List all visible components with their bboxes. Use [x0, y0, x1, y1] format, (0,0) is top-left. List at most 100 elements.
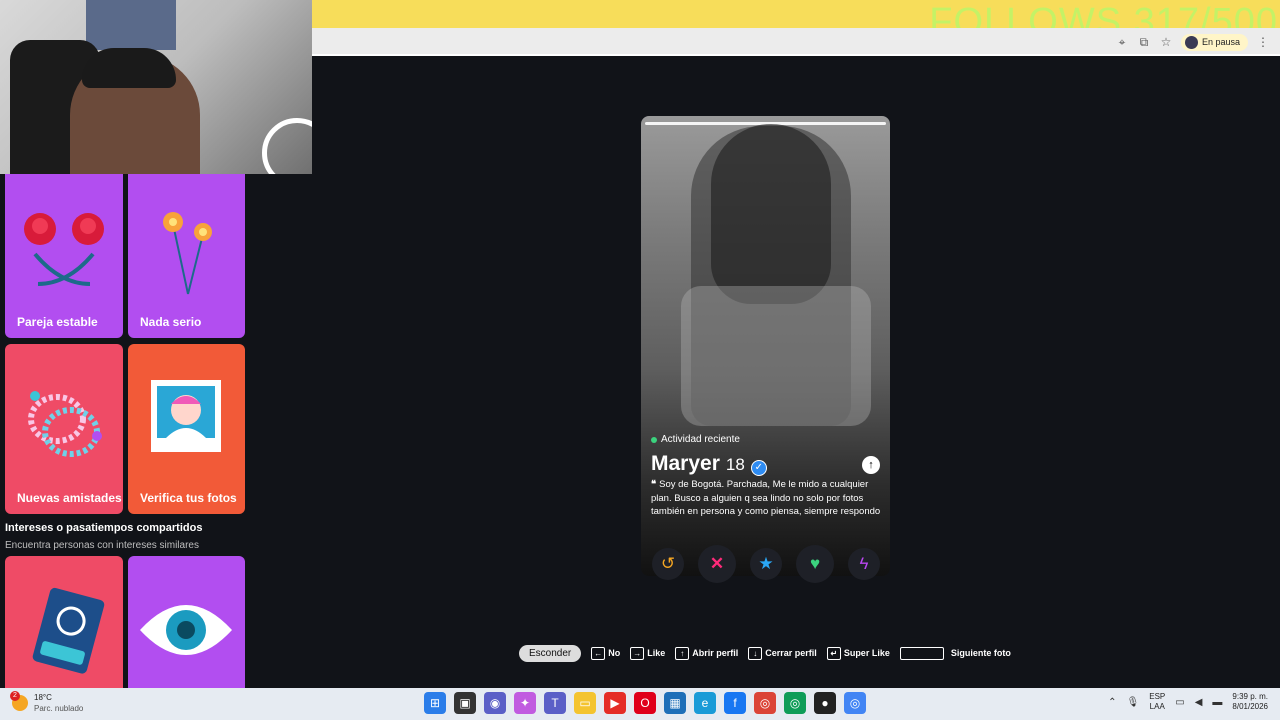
shortcut-label: Siguiente foto — [950, 648, 1011, 658]
shortcut-no: ← No — [591, 646, 621, 660]
windows-start-icon[interactable]: ⊞ — [424, 692, 446, 714]
passport-icon — [32, 587, 105, 674]
quote-icon: ❝ — [651, 479, 657, 490]
facebook-icon[interactable]: f — [724, 692, 746, 714]
shortcut-like: → Like — [630, 646, 666, 660]
tile-label: Nada serio — [140, 315, 202, 329]
volume-icon[interactable]: ◀ — [1195, 697, 1203, 708]
opera-icon[interactable]: O — [634, 692, 656, 714]
nope-button[interactable]: ✕ — [698, 545, 736, 583]
explore-sidebar: Pareja estable Nada serio Nuevas amistad… — [0, 174, 250, 688]
microphone-icon[interactable]: 🎙 — [1127, 697, 1140, 708]
taskbar-apps: ⊞ ▣ ◉ ✦ T ▭ ▶ O ▦ e f ◎ ◎ ● ◎ — [424, 692, 866, 714]
arrow-up-key-icon: ↑ — [675, 646, 690, 660]
lang-code: ESP — [1149, 692, 1166, 701]
webcam-background-shelf — [86, 0, 176, 50]
profile-status: En pausa — [1201, 37, 1240, 47]
lightning-icon: ϟ — [859, 554, 869, 573]
hide-shortcuts-button[interactable]: Esconder — [519, 644, 582, 662]
shared-interests-title: Intereses o pasatiempos compartidos — [5, 522, 203, 534]
tile-label: Verifica tus fotos — [140, 491, 237, 505]
weather-widget[interactable]: 2 18°C Parc. nublado — [10, 691, 83, 714]
like-button[interactable]: ♥ — [796, 545, 834, 583]
profile-age: 18 — [725, 455, 745, 474]
super-like-button[interactable]: ★ — [750, 548, 782, 580]
profile-card[interactable]: Actividad reciente Maryer 18 ✓ ↑ ❝ Soy de… — [641, 116, 890, 576]
bracelets-icon — [28, 391, 102, 457]
shortcut-label: Abrir perfil — [692, 648, 739, 658]
tile-passport[interactable] — [5, 556, 123, 688]
chevron-up-icon[interactable]: ⌃ — [1108, 697, 1116, 708]
chrome-icon[interactable]: ◎ — [754, 692, 776, 714]
profile-photo-dress — [681, 286, 871, 426]
arrow-left-key-icon: ← — [591, 646, 606, 660]
boost-button[interactable]: ϟ — [848, 548, 880, 580]
tile-nada-serio[interactable]: Nada serio — [128, 174, 245, 338]
tile-nuevas-amistades[interactable]: Nuevas amistades — [5, 344, 123, 514]
open-profile-button[interactable]: ↑ — [862, 456, 880, 474]
teams-icon[interactable]: T — [544, 692, 566, 714]
menu-icon[interactable]: ⋮ — [1256, 35, 1270, 49]
language-indicator[interactable]: ESP LAA — [1149, 692, 1165, 712]
weather-text: 18°C Parc. nublado — [34, 692, 83, 714]
weather-description: Parc. nublado — [34, 704, 84, 713]
shortcut-label: Like — [647, 648, 666, 658]
star-icon[interactable]: ☆ — [1159, 35, 1173, 49]
space-key-icon — [899, 646, 944, 660]
profile-bio: ❝ Soy de Bogotá. Parchada, Me le mido a c… — [651, 478, 883, 519]
youtube-icon[interactable]: ▶ — [604, 692, 626, 714]
active-dot-icon — [651, 436, 657, 443]
verified-badge-icon: ✓ — [750, 459, 767, 476]
heart-icon: ♥ — [809, 554, 821, 573]
close-icon: ✕ — [709, 554, 725, 573]
roses-icon — [24, 213, 104, 286]
tile-label: Pareja estable — [17, 315, 98, 329]
activity-status: Actividad reciente — [651, 434, 740, 445]
tile-label: Nuevas amistades — [17, 491, 122, 505]
weather-icon: 2 — [10, 691, 28, 711]
activity-label: Actividad reciente — [661, 434, 740, 445]
chat-icon[interactable]: ◉ — [484, 692, 506, 714]
rewind-button[interactable]: ↺ — [652, 548, 684, 580]
install-icon[interactable]: ⧉ — [1137, 35, 1151, 50]
battery-icon[interactable]: ▬ — [1212, 697, 1222, 708]
arrow-right-key-icon: → — [630, 646, 645, 660]
address-bar-icons: ⌖ ⧉ ☆ En pausa ⋮ — [1115, 32, 1270, 52]
chrome-active-icon[interactable]: ◎ — [844, 692, 866, 714]
shared-interests-subtitle: Encuentra personas con intereses similar… — [5, 540, 199, 551]
tile-verifica-fotos[interactable]: Verifica tus fotos — [128, 344, 245, 514]
edge-icon[interactable]: e — [694, 692, 716, 714]
tile-pareja-estable[interactable]: Pareja estable — [5, 174, 123, 338]
shortcut-next-photo: Siguiente foto — [899, 646, 1011, 660]
clock-date: 8/01/2026 — [1232, 702, 1268, 711]
notification-badge: 2 — [10, 691, 20, 701]
portrait-icon — [151, 380, 221, 452]
profile-name-line: Maryer 18 ✓ — [651, 452, 767, 476]
network-icon[interactable]: ▭ — [1175, 697, 1184, 708]
copilot-icon[interactable]: ✦ — [514, 692, 536, 714]
shortcut-label: No — [608, 648, 621, 658]
chrome-profile-icon[interactable]: ◎ — [784, 692, 806, 714]
profile-button[interactable]: En pausa — [1180, 33, 1248, 51]
star-icon: ★ — [758, 554, 774, 573]
webcam-cap — [82, 48, 176, 88]
arrow-down-key-icon: ↓ — [748, 646, 763, 660]
store-icon[interactable]: ▦ — [664, 692, 686, 714]
webcam-overlay — [0, 0, 312, 174]
profile-name: Maryer — [651, 452, 720, 475]
sparklers-icon — [163, 212, 212, 295]
profile-photo-hair — [711, 124, 831, 304]
clock[interactable]: 9:39 p. m. 8/01/2026 — [1232, 692, 1268, 712]
bio-text: Soy de Bogotá. Parchada, Me le mido a cu… — [651, 479, 881, 517]
temperature: 18°C — [34, 693, 52, 702]
obs-icon[interactable]: ● — [814, 692, 836, 714]
shortcut-label: Cerrar perfil — [765, 648, 817, 658]
file-explorer-icon[interactable]: ▭ — [574, 692, 596, 714]
task-view-icon[interactable]: ▣ — [454, 692, 476, 714]
enter-key-icon: ↵ — [826, 646, 841, 660]
eye-icon — [140, 605, 232, 655]
tile-eye[interactable] — [128, 556, 245, 688]
system-tray: ⌃ 🎙 ESP LAA ▭ ◀ ▬ 9:39 p. m. 8/01/2026 — [1108, 692, 1268, 712]
location-icon[interactable]: ⌖ — [1115, 35, 1129, 50]
browser-address-bar[interactable]: ⌖ ⧉ ☆ En pausa ⋮ — [312, 28, 1280, 56]
